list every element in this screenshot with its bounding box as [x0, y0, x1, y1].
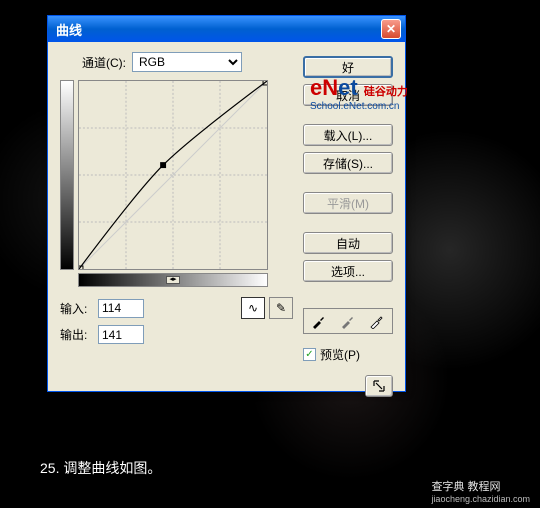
expand-icon [372, 379, 386, 393]
save-button[interactable]: 存储(S)... [303, 152, 393, 174]
curve-area: ◂▸ [60, 80, 293, 287]
auto-button[interactable]: 自动 [303, 232, 393, 254]
watermark-bottom: 查字典 教程网 jiaocheng.chazidian.com [431, 478, 530, 504]
caption-text: 25. 调整曲线如图。 [40, 458, 161, 478]
eyedropper-gray-icon [340, 313, 356, 329]
vertical-gradient [60, 80, 74, 270]
input-label: 输入: [60, 300, 92, 317]
horizontal-gradient-row: ◂▸ [78, 273, 268, 287]
close-button[interactable]: ✕ [381, 19, 401, 39]
curve-mode-button[interactable]: ∿ [241, 297, 265, 319]
curve-svg [79, 81, 267, 269]
preview-label: 预览(P) [320, 346, 360, 363]
input-row: 输入: ∿ ✎ [60, 297, 293, 319]
channel-select[interactable]: RGB [132, 52, 242, 72]
curve-wrap: ◂▸ [78, 80, 268, 287]
close-icon: ✕ [386, 22, 396, 36]
horizontal-gradient[interactable]: ◂▸ [78, 273, 268, 287]
input-field[interactable] [98, 299, 144, 318]
eyedropper-gray[interactable] [336, 311, 360, 331]
eyedropper-black-icon [311, 313, 327, 329]
pencil-icon: ✎ [276, 301, 286, 315]
channel-row: 通道(C): RGB [60, 52, 293, 72]
eyedropper-white[interactable] [365, 311, 389, 331]
gradient-thumb[interactable]: ◂▸ [166, 276, 180, 284]
output-label: 输出: [60, 326, 92, 343]
output-row: 输出: [60, 325, 293, 344]
preview-checkbox[interactable]: ✓ [303, 348, 316, 361]
curve-point [160, 162, 166, 168]
eyedropper-row [303, 308, 393, 334]
ok-button[interactable]: 好 [303, 56, 393, 78]
options-button[interactable]: 选项... [303, 260, 393, 282]
dialog-title: 曲线 [56, 20, 82, 39]
eyedropper-black[interactable] [307, 311, 331, 331]
dialog-body: 通道(C): RGB [48, 42, 405, 407]
smooth-button: 平滑(M) [303, 192, 393, 214]
output-field[interactable] [98, 325, 144, 344]
watermark-bottom-main: 查字典 教程网 [431, 478, 530, 494]
titlebar[interactable]: 曲线 ✕ [48, 16, 405, 42]
eyedropper-white-icon [369, 313, 385, 329]
curves-dialog: 曲线 ✕ 通道(C): RGB [47, 15, 406, 392]
expand-button[interactable] [365, 375, 393, 397]
right-column: 好 取消 载入(L)... 存储(S)... 平滑(M) 自动 选项... [303, 52, 393, 397]
curve-icon: ∿ [248, 301, 258, 315]
io-rows: 输入: ∿ ✎ 输出: [60, 297, 293, 344]
tool-mode-buttons: ∿ ✎ [241, 297, 293, 319]
cancel-button[interactable]: 取消 [303, 84, 393, 106]
curve-canvas[interactable] [78, 80, 268, 270]
channel-label: 通道(C): [82, 54, 126, 71]
load-button[interactable]: 载入(L)... [303, 124, 393, 146]
left-column: 通道(C): RGB [60, 52, 293, 397]
preview-row: ✓ 预览(P) [303, 346, 393, 363]
watermark-bottom-sub: jiaocheng.chazidian.com [431, 494, 530, 504]
pencil-mode-button[interactable]: ✎ [269, 297, 293, 319]
